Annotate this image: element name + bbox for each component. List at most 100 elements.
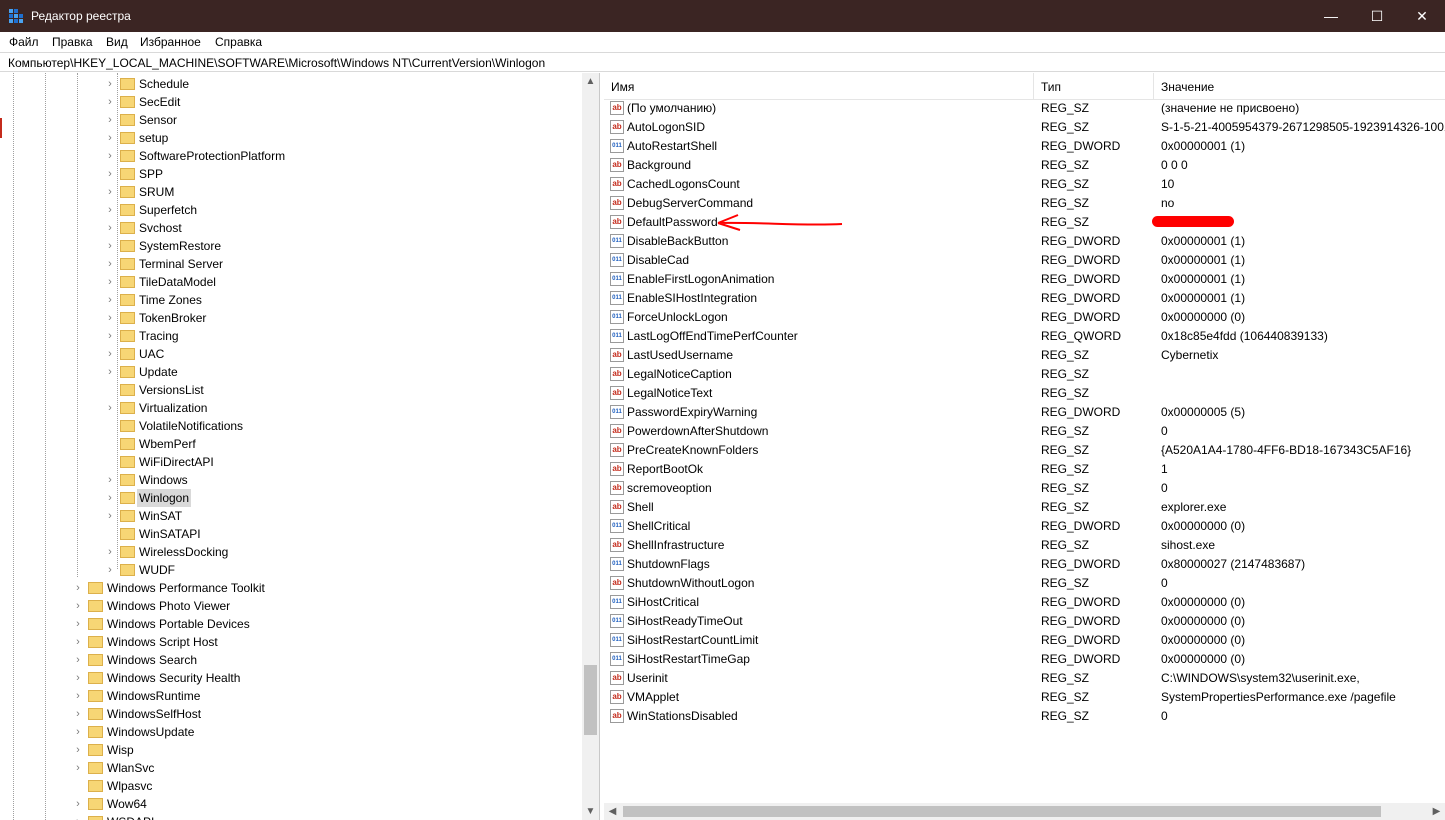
- close-button[interactable]: ✕: [1399, 0, 1445, 32]
- tree-node-label[interactable]: Wlpasvc: [105, 777, 154, 795]
- tree-node-label[interactable]: Windows Security Health: [105, 669, 242, 687]
- tree-node[interactable]: › Windows: [2, 471, 577, 489]
- tree-node[interactable]: › Svchost: [2, 219, 577, 237]
- tree-node[interactable]: › Windows Search: [2, 651, 577, 669]
- chevron-right-icon[interactable]: ›: [105, 111, 115, 129]
- value-row[interactable]: ab Background REG_SZ 0 0 0: [604, 156, 1445, 175]
- value-row[interactable]: 011 SiHostReadyTimeOut REG_DWORD 0x00000000…: [604, 612, 1445, 631]
- chevron-right-icon[interactable]: ›: [105, 165, 115, 183]
- value-row[interactable]: ab Userinit REG_SZ C:\WINDOWS\system32\user…: [604, 669, 1445, 688]
- chevron-right-icon[interactable]: ›: [105, 327, 115, 345]
- tree-node-label[interactable]: Windows Photo Viewer: [105, 597, 232, 615]
- tree-node[interactable]: › SPP: [2, 165, 577, 183]
- tree-node[interactable]: › Schedule: [2, 75, 577, 93]
- value-row[interactable]: ab WinStationsDisabled REG_SZ 0: [604, 707, 1445, 726]
- chevron-right-icon[interactable]: ›: [73, 669, 83, 687]
- tree-node[interactable]: Wlpasvc: [2, 777, 577, 795]
- value-row[interactable]: 011 ShutdownFlags REG_DWORD 0x80000027 (214…: [604, 555, 1445, 574]
- tree-node[interactable]: › Windows Portable Devices: [2, 615, 577, 633]
- chevron-right-icon[interactable]: ›: [105, 255, 115, 273]
- maximize-button[interactable]: ☐: [1354, 0, 1400, 32]
- value-row[interactable]: 011 SiHostRestartCountLimit REG_DWORD 0x000…: [604, 631, 1445, 650]
- value-row[interactable]: 011 SiHostRestartTimeGap REG_DWORD 0x000000…: [604, 650, 1445, 669]
- value-row[interactable]: ab scremoveoption REG_SZ 0: [604, 479, 1445, 498]
- chevron-right-icon[interactable]: ›: [73, 633, 83, 651]
- tree-node[interactable]: VersionsList: [2, 381, 577, 399]
- value-row[interactable]: 011 AutoRestartShell REG_DWORD 0x00000001 (…: [604, 137, 1445, 156]
- tree-node-label[interactable]: Wow64: [105, 795, 149, 813]
- value-row[interactable]: 011 EnableSIHostIntegration REG_DWORD 0x000…: [604, 289, 1445, 308]
- tree-node-label[interactable]: Windows Search: [105, 651, 199, 669]
- chevron-right-icon[interactable]: ›: [73, 741, 83, 759]
- tree-node-label[interactable]: SRUM: [137, 183, 176, 201]
- tree-node-label[interactable]: WlanSvc: [105, 759, 156, 777]
- tree-node[interactable]: › Windows Performance Toolkit: [2, 579, 577, 597]
- value-row[interactable]: 011 ForceUnlockLogon REG_DWORD 0x00000000 (…: [604, 308, 1445, 327]
- tree-node-label[interactable]: SPP: [137, 165, 165, 183]
- tree-node[interactable]: › Windows Security Health: [2, 669, 577, 687]
- menu-favorites[interactable]: Избранное: [140, 35, 201, 49]
- chevron-right-icon[interactable]: ›: [105, 183, 115, 201]
- tree-node[interactable]: › WindowsUpdate: [2, 723, 577, 741]
- column-separator[interactable]: [1153, 73, 1154, 99]
- value-row[interactable]: ab DebugServerCommand REG_SZ no: [604, 194, 1445, 213]
- tree-node[interactable]: › Winlogon: [2, 489, 577, 507]
- tree-node-label[interactable]: Virtualization: [137, 399, 209, 417]
- tree-node-label[interactable]: Superfetch: [137, 201, 199, 219]
- tree-node[interactable]: › WindowsRuntime: [2, 687, 577, 705]
- tree-node-label[interactable]: Windows Portable Devices: [105, 615, 252, 633]
- tree-node-label[interactable]: Tracing: [137, 327, 181, 345]
- tree-node[interactable]: › TokenBroker: [2, 309, 577, 327]
- tree-node-label[interactable]: Wisp: [105, 741, 136, 759]
- value-row[interactable]: 011 EnableFirstLogonAnimation REG_DWORD 0x0…: [604, 270, 1445, 289]
- tree-node-label[interactable]: Winlogon: [137, 489, 192, 507]
- tree-node[interactable]: › Terminal Server: [2, 255, 577, 273]
- tree-node-label[interactable]: WindowsSelfHost: [105, 705, 203, 723]
- value-row[interactable]: ab LegalNoticeCaption REG_SZ: [604, 365, 1445, 384]
- menu-file[interactable]: Файл: [9, 35, 39, 49]
- value-row[interactable]: ab LastUsedUsername REG_SZ Cybernetix: [604, 346, 1445, 365]
- tree-node-label[interactable]: WinSAT: [137, 507, 184, 525]
- chevron-right-icon[interactable]: ›: [105, 201, 115, 219]
- tree-node[interactable]: VolatileNotifications: [2, 417, 577, 435]
- tree-node[interactable]: WinSATAPI: [2, 525, 577, 543]
- tree-node-label[interactable]: WindowsUpdate: [105, 723, 196, 741]
- scroll-down-arrow-icon[interactable]: ▼: [582, 803, 599, 820]
- tree-node[interactable]: › WUDF: [2, 561, 577, 579]
- menu-edit[interactable]: Правка: [52, 35, 93, 49]
- value-row[interactable]: ab PreCreateKnownFolders REG_SZ {A520A1A4-1…: [604, 441, 1445, 460]
- tree-node-label[interactable]: UAC: [137, 345, 166, 363]
- tree-node-label[interactable]: Svchost: [137, 219, 184, 237]
- chevron-right-icon[interactable]: ›: [105, 561, 115, 579]
- chevron-right-icon[interactable]: ›: [105, 543, 115, 561]
- chevron-right-icon[interactable]: ›: [105, 129, 115, 147]
- scroll-up-arrow-icon[interactable]: ▲: [582, 73, 599, 90]
- tree-node[interactable]: › SoftwareProtectionPlatform: [2, 147, 577, 165]
- tree-node[interactable]: › WinSAT: [2, 507, 577, 525]
- chevron-right-icon[interactable]: ›: [105, 219, 115, 237]
- chevron-right-icon[interactable]: ›: [105, 363, 115, 381]
- column-header-value[interactable]: Значение: [1161, 80, 1214, 94]
- tree-vertical-scrollbar[interactable]: ▲ ▼: [582, 73, 599, 820]
- tree-node[interactable]: › Superfetch: [2, 201, 577, 219]
- value-row[interactable]: ab Shell REG_SZ explorer.exe: [604, 498, 1445, 517]
- chevron-right-icon[interactable]: ›: [73, 687, 83, 705]
- tree-node[interactable]: › WindowsSelfHost: [2, 705, 577, 723]
- chevron-right-icon[interactable]: ›: [105, 291, 115, 309]
- tree-node[interactable]: › Wisp: [2, 741, 577, 759]
- tree-node[interactable]: › Update: [2, 363, 577, 381]
- tree-node-label[interactable]: Windows Script Host: [105, 633, 220, 651]
- scroll-right-arrow-icon[interactable]: ▶: [1428, 803, 1445, 820]
- chevron-right-icon[interactable]: ›: [105, 309, 115, 327]
- scroll-left-arrow-icon[interactable]: ◀: [604, 803, 621, 820]
- value-row[interactable]: 011 LastLogOffEndTimePerfCounter REG_QWORD…: [604, 327, 1445, 346]
- column-separator[interactable]: [1033, 73, 1034, 99]
- value-row[interactable]: ab ShellInfrastructure REG_SZ sihost.exe: [604, 536, 1445, 555]
- tree-node-label[interactable]: WSDAPI: [105, 813, 156, 820]
- tree-node-label[interactable]: VersionsList: [137, 381, 206, 399]
- chevron-right-icon[interactable]: ›: [105, 345, 115, 363]
- key-tree-pane[interactable]: ▲ ▼ › Schedule › SecEdit › Sensor › setup › Softw…: [2, 73, 600, 820]
- menu-view[interactable]: Вид: [106, 35, 128, 49]
- tree-node-label[interactable]: SoftwareProtectionPlatform: [137, 147, 287, 165]
- list-scroll-thumb[interactable]: [623, 806, 1381, 817]
